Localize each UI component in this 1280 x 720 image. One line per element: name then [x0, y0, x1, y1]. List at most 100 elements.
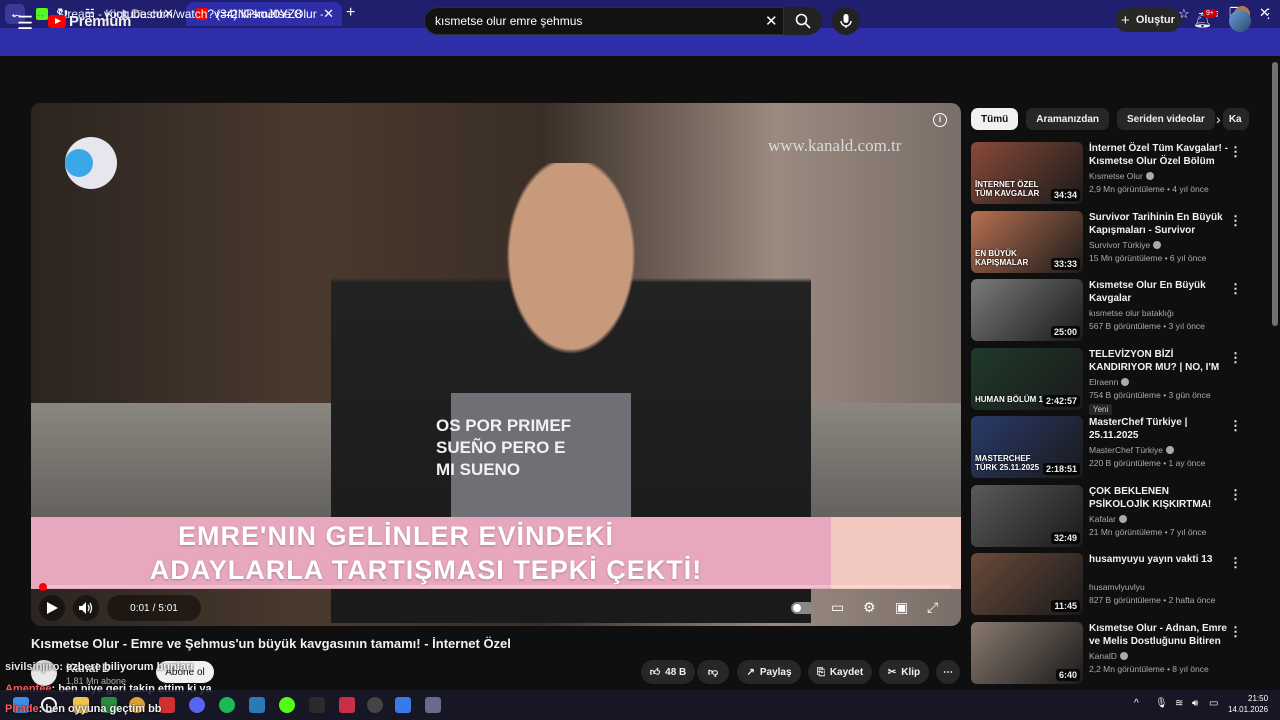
- recommendation-title[interactable]: İnternet Özel Tüm Kavgalar! - Kısmetse O…: [1089, 142, 1229, 168]
- recommendation-item[interactable]: İNTERNET ÖZEL TÜM KAVGALAR 34:34 İnternet …: [971, 142, 1242, 206]
- channel-name-text: Kısmetse Olur: [1089, 171, 1143, 181]
- video-thumbnail[interactable]: 6:40: [971, 622, 1083, 684]
- close-tab-icon[interactable]: ✕: [323, 6, 334, 22]
- app-dark-icon[interactable]: [309, 697, 325, 713]
- clock-date: 14.01.2026: [1228, 705, 1269, 714]
- voice-search-button[interactable]: [832, 7, 860, 35]
- video-player[interactable]: OS POR PRIMEF SUEÑO PERO E MI SUENO www.…: [31, 103, 961, 626]
- more-vertical-icon[interactable]: ⋮: [1229, 555, 1242, 571]
- chip-more[interactable]: Ka: [1222, 108, 1249, 130]
- more-vertical-icon[interactable]: ⋮: [1229, 418, 1242, 434]
- fullscreen-icon[interactable]: ⤢: [927, 599, 938, 616]
- video-duration: 6:40: [1055, 669, 1080, 681]
- speaker-icon[interactable]: 🔊︎: [1192, 698, 1198, 709]
- clear-search-icon[interactable]: ✕: [765, 12, 778, 30]
- logo-region: TR: [133, 10, 143, 17]
- settings-app-icon[interactable]: [425, 697, 441, 713]
- search-button[interactable]: [784, 7, 822, 35]
- video-duration: 11:45: [1051, 600, 1080, 612]
- obs-icon[interactable]: [367, 697, 383, 713]
- recommendation-channel[interactable]: Kafalar: [1089, 514, 1127, 524]
- spotify-icon[interactable]: [219, 697, 235, 713]
- filter-chips: Tümü Aramanızdan Seriden videolar Ka: [971, 108, 1249, 132]
- app-blue-icon[interactable]: [395, 697, 411, 713]
- settings-gear-icon[interactable]: ⚙: [863, 599, 876, 616]
- autoplay-toggle[interactable]: [791, 602, 815, 614]
- battery-icon[interactable]: ▭: [1209, 698, 1218, 709]
- browser-menu-icon[interactable]: ⋮: [1262, 6, 1275, 22]
- recommendation-item[interactable]: MASTERCHEF TÜRK 25.11.2025 2:18:51 MasterC…: [971, 416, 1242, 480]
- video-thumbnail[interactable]: 11:45: [971, 553, 1083, 615]
- more-vertical-icon[interactable]: ⋮: [1229, 281, 1242, 297]
- more-vertical-icon[interactable]: ⋮: [1229, 487, 1242, 503]
- more-vertical-icon[interactable]: ⋮: [1229, 350, 1242, 366]
- recommendation-title[interactable]: Kısmetse Olur En Büyük Kavgalar: [1089, 279, 1229, 305]
- recommendation-title[interactable]: Kısmetse Olur - Adnan, Emre ve Melis Dos…: [1089, 622, 1229, 648]
- recommendation-title[interactable]: MasterChef Türkiye | 25.11.2025 @masterc…: [1089, 416, 1229, 442]
- recommendation-item[interactable]: EN BÜYÜK KAPIŞMALAR 33:33 Survivor Tarihin…: [971, 211, 1242, 275]
- tray-mic-icon[interactable]: 🎙︎: [1155, 698, 1168, 709]
- chat-username: sivilsinjiro: [5, 661, 60, 673]
- account-avatar[interactable]: [1229, 10, 1251, 32]
- recommendation-channel[interactable]: kısmetse olur bataklığı: [1089, 308, 1174, 318]
- discord-icon[interactable]: [189, 697, 205, 713]
- wifi-icon[interactable]: ≋: [1175, 698, 1183, 709]
- more-vertical-icon[interactable]: ⋮: [1229, 213, 1242, 229]
- menu-icon[interactable]: ☰: [17, 13, 33, 34]
- chip-series[interactable]: Seriden videolar: [1117, 108, 1215, 130]
- video-thumbnail[interactable]: İNTERNET ÖZEL TÜM KAVGALAR 34:34: [971, 142, 1083, 204]
- video-thumbnail[interactable]: 32:49: [971, 485, 1083, 547]
- recommendation-item[interactable]: HUMAN BÖLÜM 1 2:42:57 TELEVİZYON BİZİ KAND…: [971, 348, 1242, 415]
- more-vertical-icon[interactable]: ⋮: [1229, 144, 1242, 160]
- forward-icon[interactable]: →: [33, 5, 47, 21]
- recommendation-title[interactable]: ÇOK BEKLENEN PSİKOLOJİK KIŞKIRTMA!: [1089, 485, 1229, 511]
- video-thumbnail[interactable]: EN BÜYÜK KAPIŞMALAR 33:33: [971, 211, 1083, 273]
- chevron-right-icon[interactable]: ›: [1216, 111, 1221, 127]
- share-button[interactable]: ↗ Paylaş: [737, 660, 801, 684]
- app-pink-icon[interactable]: [339, 697, 355, 713]
- recommendation-channel[interactable]: husamvlyuvlyu: [1089, 582, 1145, 592]
- progress-bar[interactable]: [41, 585, 951, 588]
- recommendation-item[interactable]: 25:00 Kısmetse Olur En Büyük Kavgalar kısm…: [971, 279, 1242, 343]
- search-input[interactable]: kısmetse olur emre şehmus ✕: [424, 7, 784, 35]
- recommendation-item[interactable]: 32:49 ÇOK BEKLENEN PSİKOLOJİK KIŞKIRTMA! K…: [971, 485, 1242, 549]
- recommendation-channel[interactable]: Survivor Türkiye: [1089, 240, 1162, 250]
- recommendation-channel[interactable]: MasterChef Türkiye: [1089, 445, 1175, 455]
- recommendation-channel[interactable]: KanalD: [1089, 651, 1128, 661]
- video-duration: 32:49: [1050, 532, 1080, 544]
- dislike-button[interactable]: 👎︎: [697, 660, 729, 684]
- video-thumbnail[interactable]: 25:00: [971, 279, 1083, 341]
- save-button[interactable]: ⎘ Kaydet: [808, 660, 872, 684]
- page-scrollbar[interactable]: [1272, 62, 1278, 326]
- more-vertical-icon[interactable]: ⋮: [1229, 624, 1242, 640]
- more-actions-button[interactable]: ⋯: [936, 660, 960, 684]
- time-display: 0:01 / 5:01: [107, 595, 201, 621]
- info-icon[interactable]: i: [933, 113, 947, 127]
- scrubber-handle[interactable]: [39, 583, 47, 591]
- recommendation-title[interactable]: husamyuyu yayın vakti 13: [1089, 553, 1229, 566]
- subtitles-icon[interactable]: ▭: [831, 599, 844, 616]
- system-clock[interactable]: 21:50 14.01.2026: [1228, 693, 1268, 715]
- create-button[interactable]: + Oluştur: [1115, 8, 1181, 32]
- theater-mode-icon[interactable]: ▣: [895, 599, 908, 616]
- recommendation-channel[interactable]: Kısmetse Olur: [1089, 171, 1154, 181]
- chip-all[interactable]: Tümü: [971, 108, 1019, 130]
- like-button[interactable]: 👍︎ 48 B: [641, 660, 695, 684]
- recommendation-item[interactable]: 11:45 husamyuyu yayın vakti 13 husamvlyuvl…: [971, 553, 1242, 617]
- tray-chevron-up-icon[interactable]: ^: [1134, 698, 1139, 709]
- recommendation-meta: 567 B görüntüleme • 3 yıl önce: [1089, 321, 1205, 331]
- recommendation-channel[interactable]: Elraenn: [1089, 377, 1130, 387]
- new-tab-icon[interactable]: +: [346, 4, 355, 22]
- clip-button[interactable]: ✂ Klip: [879, 660, 929, 684]
- chip-from-search[interactable]: Aramanızdan: [1026, 108, 1110, 130]
- video-thumbnail[interactable]: MASTERCHEF TÜRK 25.11.2025 2:18:51: [971, 416, 1083, 478]
- recommendation-title[interactable]: Survivor Tarihinin En Büyük Kapışmaları …: [1089, 211, 1229, 237]
- youtube-premium-logo[interactable]: Premium TR: [48, 10, 143, 30]
- recommendation-title[interactable]: TELEVİZYON BİZİ KANDIRIYOR MU? | NO, I'M…: [1089, 348, 1229, 374]
- photos-icon[interactable]: [249, 697, 265, 713]
- recommendation-item[interactable]: 6:40 Kısmetse Olur - Adnan, Emre ve Melis…: [971, 622, 1242, 686]
- kick-app-icon[interactable]: [279, 697, 295, 713]
- volume-button[interactable]: [73, 595, 99, 621]
- video-thumbnail[interactable]: HUMAN BÖLÜM 1 2:42:57: [971, 348, 1083, 410]
- play-button[interactable]: [39, 595, 65, 621]
